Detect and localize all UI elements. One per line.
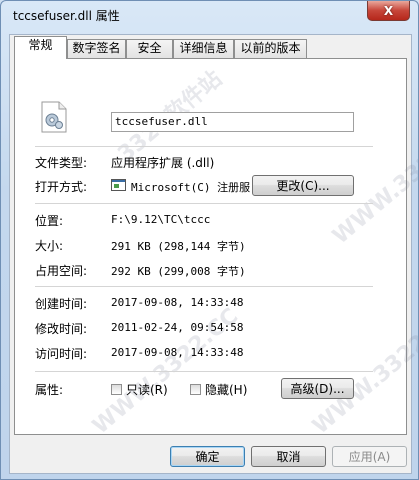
created-label: 创建时间: bbox=[35, 297, 88, 311]
hidden-checkbox[interactable] bbox=[190, 384, 201, 395]
size-on-disk-label: 占用空间: bbox=[35, 264, 88, 278]
file-type-label: 文件类型: bbox=[35, 156, 88, 170]
window-title: tccsefuser.dll 属性 bbox=[13, 9, 120, 23]
location-value: F:\9.12\TC\tccc bbox=[111, 213, 211, 226]
tab-general[interactable]: 常规 bbox=[14, 36, 67, 59]
attributes-label: 属性: bbox=[35, 383, 64, 397]
cancel-button[interactable]: 取消 bbox=[251, 446, 326, 467]
tab-details[interactable]: 详细信息 bbox=[173, 39, 234, 58]
file-type-value: 应用程序扩展 (.dll) bbox=[111, 156, 215, 170]
tab-digital-signatures[interactable]: 数字签名 bbox=[67, 39, 126, 58]
tab-strip: 常规 数字签名 安全 详细信息 以前的版本 bbox=[10, 35, 411, 59]
properties-dialog: tccsefuser.dll 属性 X 常规 数字签名 安全 详细信息 以前的版… bbox=[0, 0, 419, 480]
tab-security[interactable]: 安全 bbox=[126, 39, 173, 58]
created-value: 2017-09-08, 14:33:48 bbox=[111, 296, 244, 309]
size-value: 291 KB (298,144 字节) bbox=[111, 240, 246, 253]
readonly-checkbox[interactable] bbox=[111, 384, 122, 395]
accessed-label: 访问时间: bbox=[35, 347, 88, 361]
hidden-label[interactable]: 隐藏(H) bbox=[205, 381, 247, 398]
close-icon: X bbox=[383, 3, 394, 18]
modified-value: 2011-02-24, 09:54:58 bbox=[111, 321, 244, 334]
size-label: 大小: bbox=[35, 239, 64, 253]
divider bbox=[35, 203, 373, 204]
change-button[interactable]: 更改(C)... bbox=[252, 175, 354, 196]
apply-button[interactable]: 应用(A) bbox=[332, 446, 407, 467]
open-with-value: Microsoft(C) 注册服 bbox=[131, 181, 251, 194]
filename-field[interactable]: tccsefuser.dll bbox=[111, 112, 354, 132]
dll-file-icon bbox=[41, 101, 67, 133]
general-panel: 3322软件站 WWW.3322.CC WWW.3322.CC WWW.3322… bbox=[14, 58, 418, 439]
tab-previous-versions[interactable]: 以前的版本 bbox=[234, 39, 307, 58]
modified-label: 修改时间: bbox=[35, 322, 88, 336]
readonly-label[interactable]: 只读(R) bbox=[126, 381, 168, 398]
location-label: 位置: bbox=[35, 214, 64, 228]
divider bbox=[35, 146, 373, 147]
accessed-value: 2017-09-08, 14:33:48 bbox=[111, 346, 244, 359]
advanced-button[interactable]: 高级(D)... bbox=[281, 378, 354, 399]
open-with-label: 打开方式: bbox=[35, 180, 88, 194]
divider bbox=[35, 286, 373, 287]
ok-button[interactable]: 确定 bbox=[170, 446, 245, 467]
app-icon bbox=[111, 179, 126, 191]
size-on-disk-value: 292 KB (299,008 字节) bbox=[111, 265, 246, 278]
dialog-body: 常规 数字签名 安全 详细信息 以前的版本 3322软件站 WWW.3322.C… bbox=[9, 34, 418, 474]
divider bbox=[35, 371, 373, 372]
close-button[interactable]: X bbox=[367, 1, 410, 21]
